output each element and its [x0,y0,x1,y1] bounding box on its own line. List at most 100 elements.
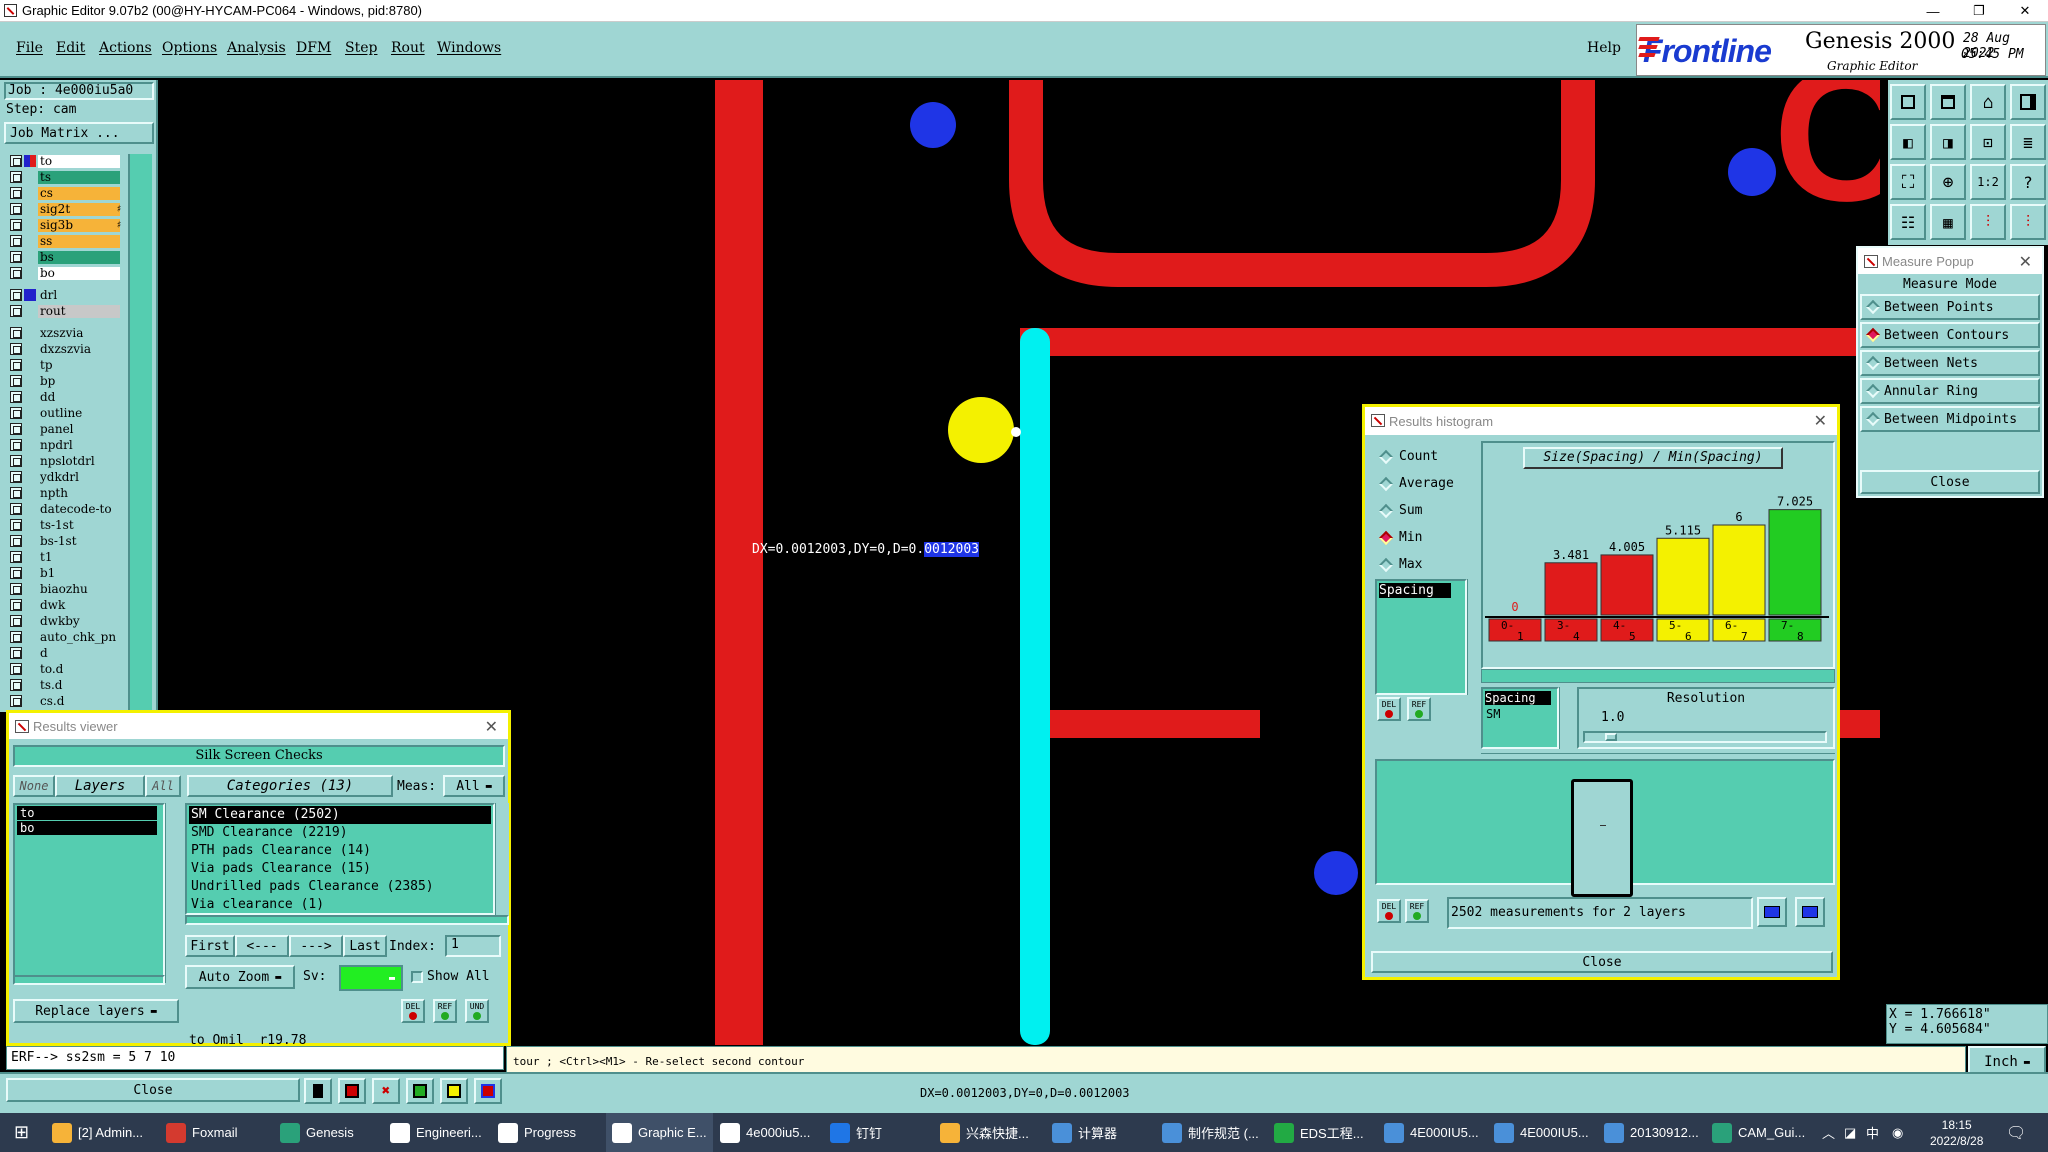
refresh-layers-icon[interactable] [406,1078,434,1104]
grid-icon[interactable]: ▦ [1930,204,1966,240]
refresh-icon[interactable]: REF [1407,697,1431,721]
layer-row-ydkdrl[interactable]: ydkdrl [10,470,120,484]
zoom-center-icon[interactable]: ⊕ [1930,164,1966,200]
layer-name[interactable]: ss [38,234,120,248]
pan-left-icon[interactable]: ◧ [1890,124,1926,160]
export-icon[interactable] [1757,897,1787,927]
layer-checkbox[interactable] [10,423,22,435]
layer-row-ts-1st[interactable]: ts-1st [10,518,120,532]
layer-row-bp[interactable]: bp [10,374,120,388]
menu-options[interactable]: Options [162,40,217,56]
first-button[interactable]: First [185,935,235,957]
histogram-layer-list[interactable]: Spacing SM [1481,687,1559,749]
measure-popup-close-button[interactable]: Close [1860,470,2040,494]
layer-name[interactable]: rout [38,304,120,318]
results-layer-item[interactable]: bo [17,821,157,835]
layer-row-dd[interactable]: dd [10,390,120,404]
results-layer-item[interactable]: to [17,806,157,820]
taskbar-item[interactable]: 计算器 [1052,1113,1117,1152]
replace-layers-select[interactable]: Replace layers ▬ [13,999,179,1023]
layer-checkbox[interactable] [10,305,22,317]
close-button[interactable]: Close [6,1078,300,1102]
layer-row-to.d[interactable]: to.d [10,662,120,676]
settings-icon[interactable]: ☷ [1890,204,1926,240]
layer-name[interactable]: to [38,154,120,168]
help-icon[interactable]: ? [2010,164,2046,200]
layer-checkbox[interactable] [10,359,22,371]
measure-mode-between-points[interactable]: Between Points [1860,294,2040,320]
close-icon[interactable]: ✕ [1814,411,1827,431]
measure-icon[interactable]: ⫶ [1970,204,2006,240]
results-category-item[interactable]: Via clearance (1) [189,896,491,914]
notification-icon[interactable]: 🗨 [2006,1113,2026,1152]
layer-row-t1[interactable]: t1 [10,550,120,564]
taskbar-item[interactable]: CAM_Gui... [1712,1113,1805,1152]
layer-row-dwkby[interactable]: dwkby [10,614,120,628]
layer-row-tp[interactable]: tp [10,358,120,372]
layer-row-xzszvia[interactable]: xzszvia [10,326,120,340]
layer-checkbox[interactable] [10,407,22,419]
layer-checkbox[interactable] [10,695,22,707]
layer-checkbox[interactable] [10,663,22,675]
layer-row-bo[interactable]: bo [10,266,120,280]
taskbar-item[interactable]: 制作规范 (... [1162,1113,1259,1152]
layer-checkbox[interactable] [10,471,22,483]
measure-mode-between-contours[interactable]: Between Contours [1860,322,2040,348]
taskbar-item[interactable]: 4e000iu5... [720,1113,810,1152]
taskbar-item[interactable]: 20130912... [1604,1113,1699,1152]
layer-name[interactable]: bp [38,374,120,388]
measure-mode-between-midpoints[interactable]: Between Midpoints [1860,406,2040,432]
resolution-slider[interactable] [1583,731,1827,743]
layer-checkbox[interactable] [10,567,22,579]
layer-checkbox[interactable] [10,391,22,403]
histogram-bin-cell[interactable] [1600,618,1654,642]
ruler-icon[interactable]: ⫶ [2010,204,2046,240]
sv-color-select[interactable]: ▬ [339,965,403,991]
histogram-bar[interactable] [1600,554,1654,616]
layer-name[interactable]: dd [38,390,120,404]
menu-actions[interactable]: Actions [99,40,152,56]
layer-checkbox[interactable] [10,455,22,467]
histogram-category-item[interactable]: Spacing [1379,583,1451,598]
histogram-bin-cell[interactable] [1488,618,1542,642]
histogram-bin-cell[interactable] [1656,618,1710,642]
measure-mode-between-nets[interactable]: Between Nets [1860,350,2040,376]
layer-name[interactable]: panel [38,422,120,436]
layer-name[interactable]: bs-1st [38,534,120,548]
stop-icon[interactable] [338,1078,366,1104]
split-view-icon[interactable] [2010,84,2046,120]
layer-row-to[interactable]: to [10,154,120,168]
layer-row-datecode-to[interactable]: datecode-to [10,502,120,516]
undo-icon[interactable]: UND [465,999,489,1023]
layer-row-dwk[interactable]: dwk [10,598,120,612]
cancel-icon[interactable]: ✖ [372,1078,400,1104]
meas-select[interactable]: All ▬ [443,775,505,797]
layer-name[interactable]: dwk [38,598,120,612]
refresh-icon[interactable]: REF [433,999,457,1023]
zoom-area-icon[interactable]: ⛶ [1890,164,1926,200]
layer-row-npdrl[interactable]: npdrl [10,438,120,452]
layer-name[interactable]: datecode-to [38,502,120,516]
layer-name[interactable]: biaozhu [38,582,120,596]
categories-button[interactable]: Categories (13) [187,775,393,797]
results-category-item[interactable]: Via pads Clearance (15) [189,860,491,878]
layer-name[interactable]: ts.d [38,678,120,692]
results-layer-list[interactable]: to bo [13,803,165,983]
results-category-list[interactable]: SM Clearance (2502) SMD Clearance (2219) P… [185,803,495,915]
pan-right-icon[interactable]: ◨ [1930,124,1966,160]
histogram-option-max[interactable]: Max [1375,551,1475,578]
layer-checkbox[interactable] [10,583,22,595]
layer-name[interactable]: ts-1st [38,518,120,532]
histogram-close-button[interactable]: Close [1371,951,1833,973]
resolution-slider-thumb[interactable] [1605,733,1617,741]
menu-help[interactable]: Help [1587,40,1621,56]
layer-row-ss[interactable]: ss [10,234,120,248]
clock[interactable]: 18:15 2022/8/28 [1930,1113,1983,1152]
list-icon[interactable] [440,1078,468,1104]
layer-name[interactable]: ydkdrl [38,470,120,484]
security-icon[interactable]: ◉ [1892,1113,1903,1152]
redraw-icon[interactable]: ≣ [2010,124,2046,160]
histogram-bin-cell[interactable] [1712,618,1766,642]
layer-row-auto_chk_pn[interactable]: auto_chk_pn [10,630,120,644]
histogram-option-min[interactable]: Min [1375,524,1475,551]
